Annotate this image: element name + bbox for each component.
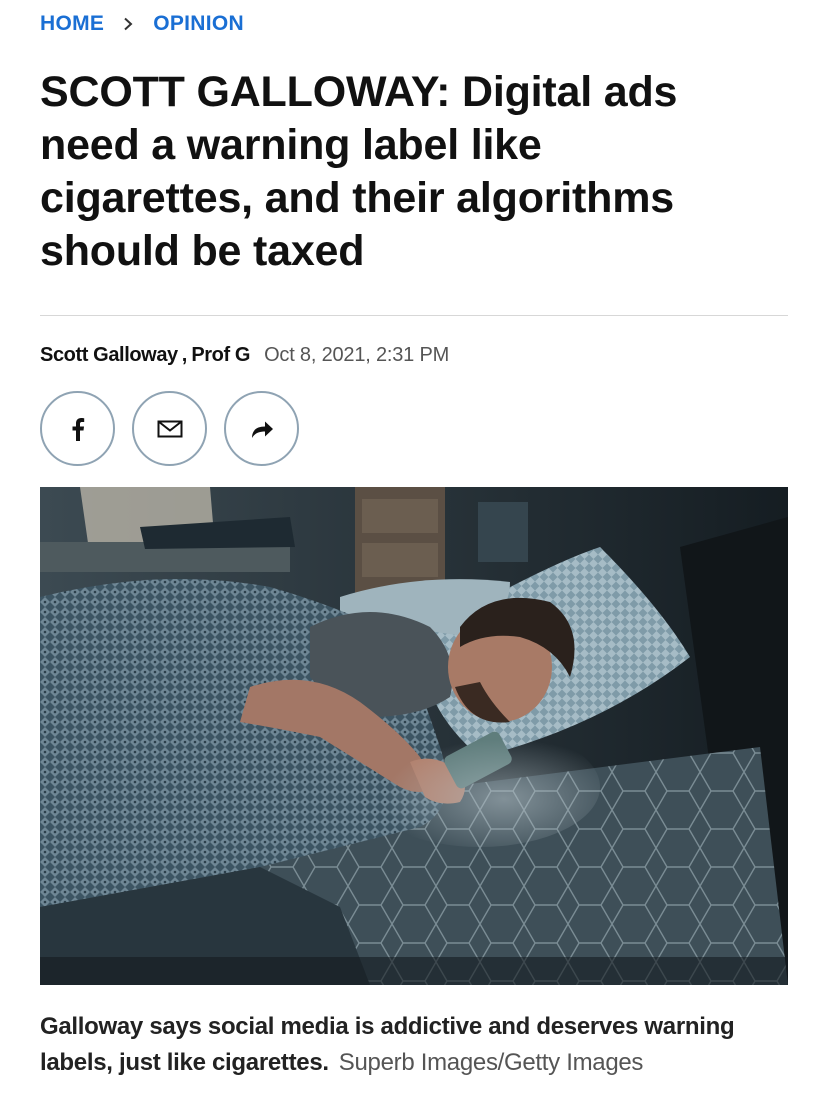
breadcrumb-home-link[interactable]: HOME xyxy=(40,12,104,36)
byline: Scott Galloway , Prof G Oct 8, 2021, 2:3… xyxy=(40,344,449,370)
share-facebook-button[interactable] xyxy=(40,391,115,466)
author-name[interactable]: Scott Galloway xyxy=(40,344,178,367)
facebook-icon xyxy=(71,417,85,441)
photo-caption: Galloway says social media is addictive … xyxy=(40,1009,788,1081)
photo-illustration xyxy=(40,487,788,985)
breadcrumb-opinion-link[interactable]: OPINION xyxy=(153,12,244,36)
byline-separator: , xyxy=(181,344,188,366)
share-bar xyxy=(40,391,299,466)
divider xyxy=(40,315,788,316)
author-affiliation[interactable]: Prof G xyxy=(191,344,250,367)
article-photo xyxy=(40,487,788,985)
caption-credit: Superb Images/Getty Images xyxy=(338,1049,644,1076)
email-icon xyxy=(157,420,183,438)
share-arrow-icon xyxy=(250,419,274,439)
chevron-right-icon xyxy=(121,17,135,31)
share-email-button[interactable] xyxy=(132,391,207,466)
breadcrumb: HOME OPINION xyxy=(40,10,244,38)
share-link-button[interactable] xyxy=(224,391,299,466)
article-headline: SCOTT GALLOWAY: Digital ads need a warni… xyxy=(40,68,678,275)
publish-date: Oct 8, 2021, 2:31 PM xyxy=(264,344,450,366)
